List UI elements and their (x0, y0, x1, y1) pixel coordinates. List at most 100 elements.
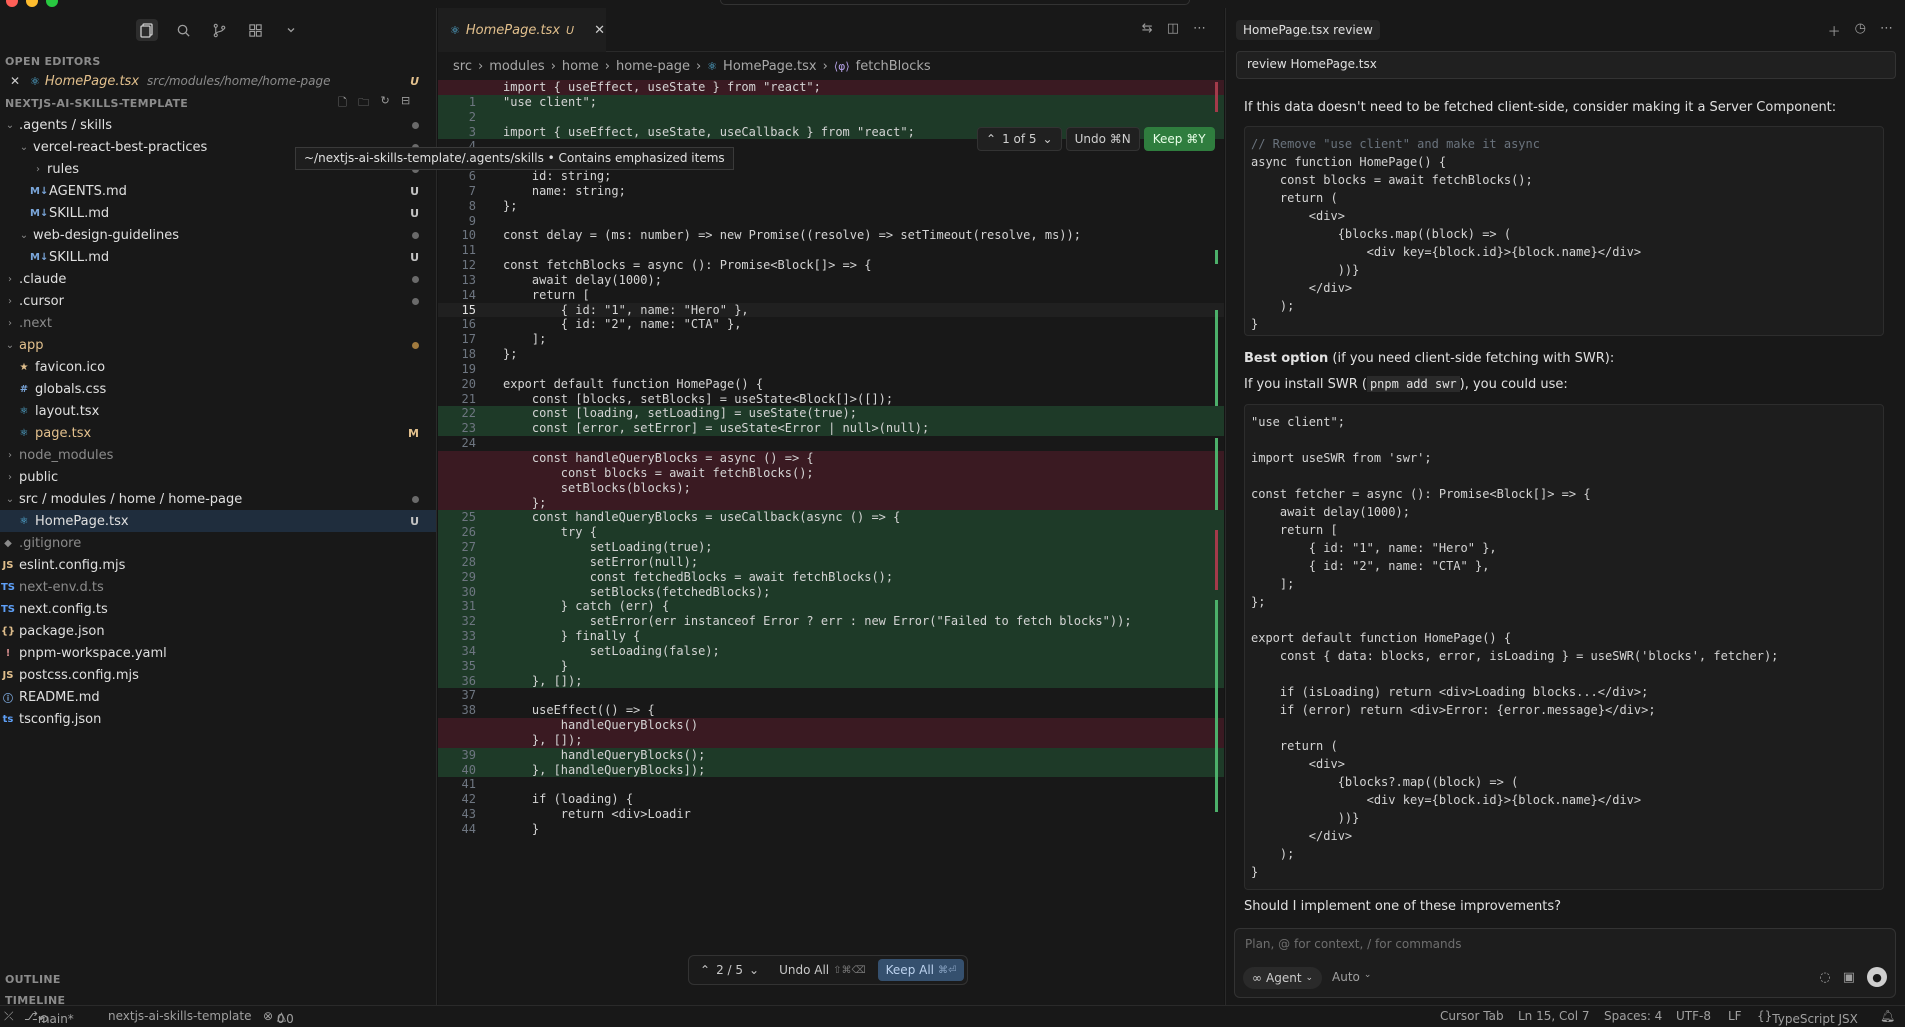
code-line[interactable]: 24 (438, 436, 1224, 451)
tree-item[interactable]: {} package.json (0, 620, 436, 642)
branch-indicator[interactable]: ⎇ main* ⟲ (24, 1009, 74, 1026)
code-area[interactable]: import { useEffect, useState } from "rea… (438, 80, 1224, 1005)
project-header[interactable]: NEXTJS-AI-SKILLS-TEMPLATE 🗋 🗀 ↻ ⊟ (0, 92, 436, 114)
added-line[interactable]: 35 } (438, 658, 1224, 674)
user-message[interactable]: review HomePage.tsx (1236, 51, 1896, 79)
code-line[interactable]: 43 return <div>Loadir (438, 807, 1224, 822)
extensions-icon[interactable] (244, 19, 266, 41)
added-line[interactable]: 22 const [loading, setLoading] = useStat… (438, 406, 1224, 422)
close-icon[interactable]: ✕ (594, 23, 605, 38)
tree-item[interactable]: ★ favicon.ico (0, 356, 436, 378)
chevron-right-icon[interactable]: › (4, 274, 16, 285)
chevron-down-icon[interactable]: ⌄ (4, 340, 16, 351)
added-line[interactable]: 2 (438, 109, 1224, 125)
tree-item[interactable]: › .claude (0, 268, 436, 290)
collapse-all-icon[interactable]: ⊟ (401, 94, 411, 113)
zoom-window-button[interactable] (46, 0, 58, 7)
open-editors-header[interactable]: OPEN EDITORS (0, 52, 436, 70)
keep-all-button[interactable]: Keep All ⌘⏎ (877, 959, 965, 981)
tree-item[interactable]: ⚛ HomePage.tsx U (0, 510, 436, 532)
code-line[interactable]: 19 (438, 362, 1224, 377)
microphone-icon[interactable]: ● (1867, 967, 1887, 987)
tree-item[interactable]: ⚛ page.tsx M (0, 422, 436, 444)
tree-item[interactable]: ⓘ README.md (0, 686, 436, 708)
keep-hunk-button[interactable]: Keep ⌘Y (1143, 127, 1215, 151)
code-line[interactable]: 38 useEffect(() => { (438, 703, 1224, 718)
tree-item[interactable]: M↓ SKILL.md U (0, 202, 436, 224)
chevron-down-icon[interactable]: ⌄ (18, 142, 30, 153)
deleted-line[interactable]: handleQueryBlocks() (438, 718, 1224, 733)
new-folder-icon[interactable]: 🗀 (358, 94, 369, 113)
breadcrumb-home[interactable]: home (562, 59, 599, 74)
chevron-down-icon[interactable] (280, 19, 302, 41)
tree-item[interactable]: ⌄ src / modules / home / home-page (0, 488, 436, 510)
open-editor-item[interactable]: ✕ ⚛ HomePage.tsx src/modules/home/home-p… (0, 70, 436, 92)
more-actions-icon[interactable]: ⋯ (1880, 21, 1893, 40)
split-editor-icon[interactable]: ◫ (1167, 21, 1179, 36)
deleted-line[interactable]: import { useEffect, useState } from "rea… (438, 80, 1224, 95)
chevron-down-icon[interactable]: ⌄ (4, 494, 16, 505)
chevron-up-icon[interactable]: ⌃ (700, 963, 710, 977)
tree-item[interactable]: › public (0, 466, 436, 488)
language-mode[interactable]: {} TypeScript JSX (1757, 1009, 1858, 1026)
code-line[interactable]: 44 } (438, 822, 1224, 837)
chevron-up-icon[interactable]: ⌃ (986, 132, 996, 146)
tree-item[interactable]: › .cursor (0, 290, 436, 312)
code-line[interactable]: 41 (438, 777, 1224, 792)
tree-item[interactable]: M↓ AGENTS.md U (0, 180, 436, 202)
chevron-right-icon[interactable]: › (4, 318, 16, 329)
chevron-down-icon[interactable]: ⌄ (18, 230, 30, 241)
hunk-navigator[interactable]: ⌃ 1 of 5 ⌄ (977, 127, 1062, 151)
added-line[interactable]: 23 const [error, setError] = useState<Er… (438, 421, 1224, 437)
composer-input[interactable]: Plan, @ for context, / for commands (1245, 937, 1461, 951)
breadcrumb-file[interactable]: HomePage.tsx (723, 59, 817, 74)
code-line[interactable]: 8}; (438, 199, 1224, 214)
code-line[interactable]: 37 (438, 688, 1224, 703)
code-line[interactable]: 12 const fetchBlocks = async (): Promise<… (438, 258, 1224, 273)
added-line[interactable]: 27 setLoading(true); (438, 540, 1224, 555)
breadcrumb-modules[interactable]: modules (489, 59, 545, 74)
history-icon[interactable]: ◷ (1855, 21, 1866, 40)
chevron-right-icon[interactable]: › (4, 296, 16, 307)
deleted-line[interactable]: setBlocks(blocks); (438, 480, 1224, 496)
chevron-down-icon[interactable]: ⌄ (4, 120, 16, 131)
deleted-line[interactable]: const handleQueryBlocks = async () => { (438, 451, 1224, 466)
search-icon[interactable] (172, 19, 194, 41)
added-line[interactable]: 28 setError(null); (438, 554, 1224, 570)
added-line[interactable]: 29 const fetchedBlocks = await fetchBloc… (438, 569, 1224, 585)
notifications-icon[interactable]: 🔔︎ (1880, 1009, 1895, 1023)
tree-item[interactable]: ◆ .gitignore (0, 532, 436, 554)
project-indicator[interactable]: nextjs-ai-skills-template (108, 1009, 251, 1023)
tree-item[interactable]: JS eslint.config.mjs (0, 554, 436, 576)
cursor-position[interactable]: Ln 15, Col 7 (1518, 1009, 1590, 1023)
files-icon[interactable] (136, 19, 158, 41)
added-line[interactable]: 25 const handleQueryBlocks = useCallback… (438, 510, 1224, 526)
code-line[interactable]: 7 name: string; (438, 184, 1224, 199)
tree-item[interactable]: ⌄ web-design-guidelines (0, 224, 436, 246)
code-block-server-component[interactable]: // Remove "use client" and make it async… (1244, 126, 1884, 336)
added-line[interactable]: 39 handleQueryBlocks(); (438, 747, 1224, 763)
chevron-right-icon[interactable]: › (4, 450, 16, 461)
source-control-icon[interactable] (208, 19, 230, 41)
code-line[interactable]: 6 id: string; (438, 169, 1224, 184)
code-line[interactable]: 21 const [blocks, setBlocks] = useState<… (438, 392, 1224, 407)
outline-header[interactable]: OUTLINE (0, 970, 437, 988)
tree-item[interactable]: ts tsconfig.json (0, 708, 436, 730)
code-line[interactable]: 18}; (438, 347, 1224, 362)
remote-icon[interactable]: ⤫ (4, 1009, 14, 1024)
chevron-down-icon[interactable]: ⌄ (1043, 132, 1053, 146)
close-window-button[interactable] (6, 0, 18, 7)
tree-item[interactable]: ⌄ .agents / skills (0, 114, 436, 136)
deleted-line[interactable]: }, []); (438, 732, 1224, 748)
indentation[interactable]: Spaces: 4 (1604, 1009, 1662, 1023)
more-actions-icon[interactable]: ⋯ (1193, 21, 1206, 36)
code-block-swr[interactable]: "use client"; import useSWR from 'swr'; co… (1244, 404, 1884, 890)
added-line[interactable]: 31 } catch (err) { (438, 599, 1224, 615)
undo-all-button[interactable]: Undo All ⇧⌘⌫ (771, 959, 874, 981)
breadcrumb-symbol[interactable]: fetchBlocks (856, 59, 931, 74)
command-center[interactable] (720, 0, 1190, 5)
code-line[interactable]: 15 { id: "1", name: "Hero" }, (438, 302, 1224, 318)
tree-item[interactable]: › .next (0, 312, 436, 334)
added-line[interactable]: 32 setError(err instanceof Error ? err :… (438, 614, 1224, 630)
added-line[interactable]: 26 try { (438, 525, 1224, 541)
